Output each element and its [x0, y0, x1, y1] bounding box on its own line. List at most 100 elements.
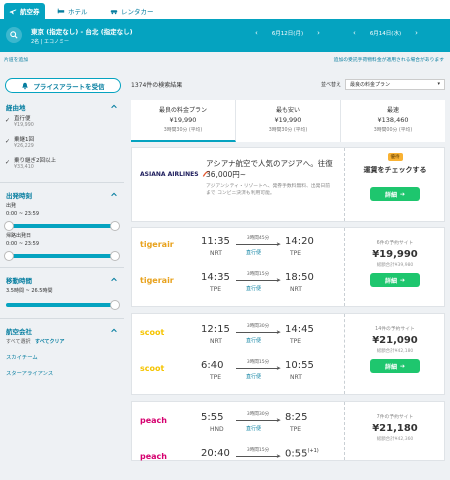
tab-best-price: ¥19,990 — [169, 116, 197, 124]
slider-handle-min[interactable] — [4, 221, 14, 231]
flight-leg-return: scoot 6:40 TPE 3時間15分 ➤ 直行便 10:55 NRT — [132, 356, 344, 392]
clear-all-link[interactable]: すべてクリア — [35, 339, 64, 345]
flight-line — [236, 368, 278, 369]
sort-select[interactable]: 最良の料金プラン ▾ — [345, 78, 445, 90]
scoot-logo: scoot — [140, 364, 165, 373]
tab-cheapest-price: ¥19,990 — [274, 116, 302, 124]
tab-fastest-price: ¥138,460 — [377, 116, 409, 124]
tab-cheapest[interactable]: 最も安い ¥19,990 3時間30分 (平均) — [236, 100, 341, 142]
arrow-right-icon: ➔ — [399, 276, 406, 284]
flight-price: ¥19,990 — [372, 249, 418, 260]
flight-duration: 3時間15分 — [246, 360, 270, 365]
return-date[interactable]: ‹ 6月14日(水) › — [353, 29, 418, 37]
checkbox-checked-icon[interactable]: ✓ — [5, 138, 10, 145]
tab-flights[interactable]: 航空券 — [4, 3, 45, 19]
flight-price: ¥21,090 — [372, 335, 418, 346]
tab-best[interactable]: 最良の料金プラン ¥19,990 3時間30分 (平均) — [131, 100, 236, 142]
arrival-airport: TPE — [290, 338, 302, 345]
tab-hotels[interactable]: ホテル — [52, 3, 93, 19]
departure-time: 12:15 — [201, 324, 230, 335]
next-date-icon[interactable]: › — [415, 29, 418, 37]
price-alert-label: プライスアラートを受信 — [33, 82, 105, 91]
airline-option-skyteam[interactable]: スカイチーム — [0, 353, 124, 369]
airline-filter-header[interactable]: 航空会社 — [0, 324, 124, 338]
total-price: 総額合計¥42,360 — [376, 437, 414, 442]
product-tabs: 航空券 ホテル レンタカー — [0, 0, 450, 19]
stops-option-price: ¥19,990 — [14, 123, 34, 128]
flight-result-card[interactable]: peach 5:55 HND 3時間30分 ➤ 直行便 8:25 TPE pea… — [131, 401, 445, 461]
ad-cta-panel: 優待 運賃をチェックする 詳細 ➔ — [344, 148, 445, 221]
detail-button-label: 詳細 — [384, 363, 397, 371]
stops-option-price: ¥33,410 — [14, 165, 34, 170]
baggage-fee-notice[interactable]: 追加の受託手荷物料金が適用される場合があります — [334, 56, 444, 63]
sort-label: 並べ替え — [320, 81, 341, 88]
slider-track[interactable] — [4, 251, 120, 261]
arrival-time: 18:50 — [285, 272, 314, 283]
divider — [0, 182, 124, 183]
stops-option-two-plus[interactable]: ✓ 乗り継ぎ2回以上 ¥33,410 — [0, 156, 124, 177]
total-price: 総額合計¥42,180 — [376, 349, 414, 354]
chevron-up-icon[interactable] — [110, 191, 118, 199]
next-date-icon[interactable]: › — [317, 29, 320, 37]
search-icon[interactable] — [6, 27, 22, 43]
slider-track[interactable] — [4, 221, 120, 231]
slider-handle-min[interactable] — [4, 251, 14, 261]
checkbox-checked-icon[interactable]: ✓ — [5, 117, 10, 124]
outbound-date[interactable]: ‹ 6月12日(月) › — [255, 29, 320, 37]
tab-fastest[interactable]: 最速 ¥138,460 3時間00分 (平均) — [341, 100, 445, 142]
direct-label: 直行便 — [246, 374, 262, 380]
time-filter-title: 出発時刻 — [6, 192, 32, 200]
flight-duration: 3時間15分 — [246, 448, 270, 453]
stops-filter-header[interactable]: 経由地 — [0, 100, 124, 114]
arrival-airport: NRT — [290, 286, 302, 293]
slider-handle-max[interactable] — [110, 300, 120, 310]
results-count: 1374件の検索結果 — [131, 81, 183, 89]
tab-hotels-label: ホテル — [68, 8, 88, 16]
tab-fastest-label: 最速 — [386, 107, 399, 114]
price-alert-button[interactable]: プライスアラートを受信 — [5, 78, 121, 93]
duration-range: 3.5時間 ~ 26.5時間 — [6, 288, 53, 294]
chevron-up-icon[interactable] — [110, 327, 118, 335]
flight-result-card[interactable]: scoot 12:15 NRT 3時間30分 ➤ 直行便 14:45 TPE s… — [131, 313, 445, 395]
next-day-marker: (+1) — [307, 448, 319, 454]
total-price: 総額合計¥39,980 — [376, 263, 414, 268]
stops-option-one[interactable]: ✓ 乗継1回 ¥26,229 — [0, 135, 124, 156]
flight-leg-return: peach 20:40 3時間15分 ➤ 0:55(+1) — [132, 444, 344, 480]
time-filter-header[interactable]: 出発時刻 — [0, 188, 124, 202]
add-oneway-link[interactable]: 片道を追加 — [4, 56, 28, 63]
arrival-time: 14:20 — [285, 236, 314, 247]
slider-handle-max[interactable] — [110, 251, 120, 261]
tab-rentalcar[interactable]: レンタカー — [105, 3, 159, 19]
detail-button[interactable]: 詳細 ➔ — [370, 273, 420, 287]
chevron-up-icon[interactable] — [110, 276, 118, 284]
checkbox-checked-icon[interactable]: ✓ — [5, 159, 10, 166]
prev-date-icon[interactable]: ‹ — [353, 29, 356, 37]
duration-filter-header[interactable]: 移動時間 — [0, 273, 124, 287]
detail-button-label: 詳細 — [384, 191, 397, 199]
stops-option-direct[interactable]: ✓ 直行便 ¥19,990 — [0, 114, 124, 135]
stops-option-label: 乗り継ぎ2回以上 — [14, 158, 56, 164]
slider-track[interactable] — [6, 300, 120, 310]
passenger-class-text: 2名 | エコノミー — [31, 39, 70, 45]
arrival-time: 14:45 — [285, 324, 314, 335]
ad-detail-button[interactable]: 詳細 ➔ — [370, 187, 420, 201]
peach-logo: peach — [140, 452, 167, 461]
prev-date-icon[interactable]: ‹ — [255, 29, 258, 37]
arrival-time-value: 0:55 — [285, 448, 308, 460]
price-panel: 6件の予約サイト ¥19,990 総額合計¥39,980 詳細 ➔ — [344, 228, 445, 306]
departure-time: 20:40 — [201, 448, 230, 459]
slider-handle-max[interactable] — [110, 221, 120, 231]
flight-line — [236, 280, 278, 281]
sponsored-ad-card[interactable]: ASIANA AIRLINES アシアナ航空で人気のアジアへ。往復36,000円… — [131, 147, 445, 222]
airline-option-staralliance[interactable]: スターアライアンス — [0, 369, 124, 385]
airline-select-controls: すべて選択 すべてクリア — [0, 338, 124, 348]
chevron-up-icon[interactable] — [110, 103, 118, 111]
flight-leg-outbound: tigerair 11:35 NRT 3時間45分 ➤ 直行便 14:20 TP… — [132, 232, 344, 268]
car-icon — [110, 10, 118, 15]
tab-flights-label: 航空券 — [20, 8, 40, 16]
search-summary-bar[interactable]: 東京 (指定なし) - 台北 (指定なし) 2名 | エコノミー ‹ 6月12日… — [0, 19, 450, 52]
select-all-link[interactable]: すべて選択 — [6, 339, 30, 345]
flight-result-card[interactable]: tigerair 11:35 NRT 3時間45分 ➤ 直行便 14:20 TP… — [131, 227, 445, 307]
flight-price: ¥21,180 — [372, 423, 418, 434]
detail-button[interactable]: 詳細 ➔ — [370, 359, 420, 373]
